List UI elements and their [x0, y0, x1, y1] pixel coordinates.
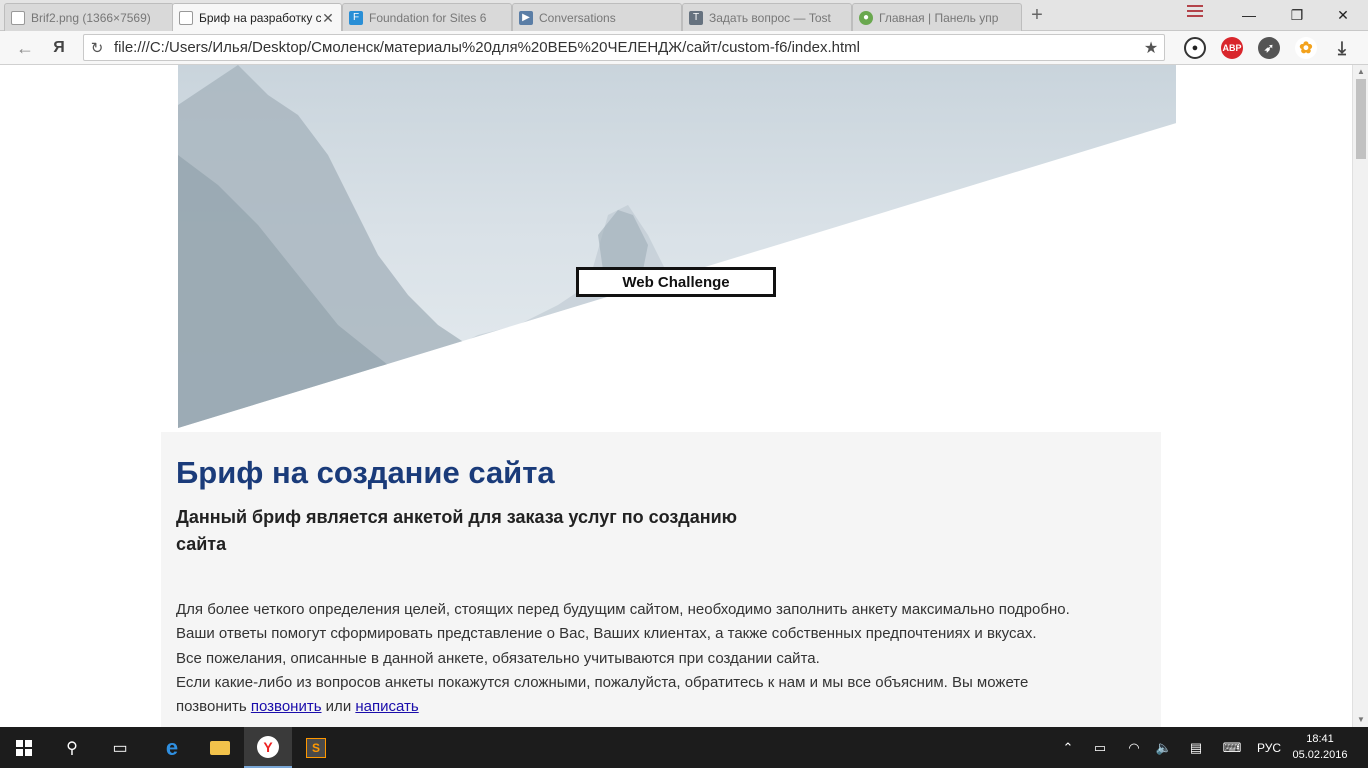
search-icon[interactable]: ⚲	[48, 727, 96, 768]
windows-logo-icon	[16, 739, 32, 756]
yandex-browser-taskbar-icon[interactable]: Y	[244, 727, 292, 768]
write-link[interactable]: написать	[355, 698, 418, 715]
task-view-icon[interactable]: ▭	[96, 727, 144, 768]
file-explorer-icon[interactable]	[196, 727, 244, 768]
download-icon[interactable]: ⤓	[1331, 37, 1353, 59]
scrollbar-thumb[interactable]	[1356, 79, 1366, 159]
intro-line: Все пожелания, описанные в данной анкете…	[176, 649, 820, 667]
contact-prefix: позвонить	[176, 698, 251, 716]
brief-section: Бриф на создание сайта Данный бриф являе…	[161, 432, 1161, 727]
close-icon[interactable]: ✕	[321, 10, 335, 27]
reload-icon[interactable]: ↻	[84, 39, 110, 57]
tab-foundation[interactable]: F Foundation for Sites 6	[342, 3, 512, 31]
intro-line: Ваши ответы помогут сформировать предста…	[176, 625, 1037, 643]
panel-icon: ●	[859, 10, 873, 25]
notifications-icon[interactable]: ▤	[1184, 727, 1208, 768]
tab-label: Brif2.png (1366×7569)	[31, 10, 151, 25]
page-viewport: Web Challenge Бриф на создание сайта Дан…	[0, 65, 1352, 727]
mountains-image	[178, 65, 1176, 428]
clock-time: 18:41	[1306, 733, 1334, 745]
web-challenge-logo[interactable]: Web Challenge	[576, 267, 776, 297]
play-icon: ▶	[519, 10, 533, 25]
tab-label: Главная | Панель упр	[879, 10, 999, 25]
volume-icon[interactable]: 🔈	[1152, 727, 1176, 768]
sublime-text-icon[interactable]: S	[292, 727, 340, 768]
tab-toster[interactable]: T Задать вопрос — Tost	[682, 3, 852, 31]
adblock-label: ABP	[1222, 43, 1242, 53]
browser-toolbar: ← Я ↻ file:///C:/Users/Илья/Desktop/Смол…	[0, 31, 1368, 65]
tab-brif2-png[interactable]: Brif2.png (1366×7569)	[4, 3, 174, 31]
yandex-logo[interactable]: Я	[48, 37, 70, 59]
scroll-up-arrow-icon[interactable]: ▲	[1353, 65, 1368, 79]
tab-brief-active[interactable]: Бриф на разработку с ✕	[172, 3, 342, 32]
battery-icon[interactable]: ▭	[1088, 727, 1112, 768]
scroll-down-arrow-icon[interactable]: ▼	[1353, 713, 1368, 727]
contact-line: позвонить позвонить или написать	[176, 695, 1146, 719]
rocket-icon[interactable]: ➶	[1258, 37, 1280, 59]
contact-mid: или	[321, 698, 356, 716]
language-indicator[interactable]: РУС	[1252, 727, 1286, 768]
start-button[interactable]	[0, 727, 48, 768]
restore-button[interactable]: ❐	[1274, 0, 1320, 30]
edge-icon[interactable]: e	[148, 727, 196, 768]
browser-menu-icon[interactable]	[1187, 5, 1203, 17]
flower-icon[interactable]: ✿	[1295, 37, 1317, 59]
hero-banner: Web Challenge	[178, 65, 1176, 428]
toster-icon: T	[689, 10, 703, 25]
chevron-up-icon[interactable]: ⌃	[1056, 727, 1080, 768]
tab-panel[interactable]: ● Главная | Панель упр	[852, 3, 1022, 31]
panda-icon[interactable]: ●	[1184, 37, 1206, 59]
tab-label: Foundation for Sites 6	[369, 10, 487, 25]
clock-date: 05.02.2016	[1292, 749, 1348, 761]
url-text[interactable]: file:///C:/Users/Илья/Desktop/Смоленск/м…	[110, 39, 1138, 56]
page-scrollbar[interactable]: ▲ ▼	[1352, 65, 1368, 727]
close-window-button[interactable]: ✕	[1320, 0, 1366, 30]
page-subtitle: Данный бриф является анкетой для заказа …	[176, 507, 738, 554]
intro-text: Для более четкого определения целей, сто…	[176, 598, 1146, 719]
wifi-icon[interactable]: ◠	[1122, 727, 1146, 768]
keyboard-icon[interactable]: ⌨	[1218, 727, 1246, 768]
minimize-button[interactable]: —	[1226, 0, 1272, 30]
bookmark-star-icon[interactable]: ★	[1138, 38, 1164, 58]
system-clock[interactable]: 18:41 05.02.2016	[1290, 731, 1350, 763]
foundation-icon: F	[349, 10, 363, 25]
tab-conversations[interactable]: ▶ Conversations	[512, 3, 682, 31]
windows-taskbar: ⚲ ▭ e Y S ⌃ ▭ ◠ 🔈 ▤ ⌨ РУС 18:41 05.02.20…	[0, 727, 1368, 768]
tab-label: Задать вопрос — Tost	[709, 10, 831, 25]
call-link[interactable]: позвонить	[251, 698, 322, 715]
adblock-icon[interactable]: ABP	[1221, 37, 1243, 59]
page-title: Бриф на создание сайта	[176, 455, 555, 490]
back-arrow-icon[interactable]: ←	[14, 37, 36, 59]
intro-line: Для более четкого определения целей, сто…	[176, 601, 1070, 618]
tab-strip: Brif2.png (1366×7569) Бриф на разработку…	[0, 0, 1368, 32]
address-bar[interactable]: ↻ file:///C:/Users/Илья/Desktop/Смоленск…	[83, 34, 1165, 61]
tab-label: Conversations	[539, 10, 616, 25]
document-icon	[11, 10, 25, 25]
new-tab-button[interactable]: +	[1027, 5, 1047, 25]
tab-label: Бриф на разработку с	[199, 11, 321, 25]
document-icon	[179, 11, 193, 25]
intro-line: Если какие-либо из вопросов анкеты покаж…	[176, 673, 1029, 691]
